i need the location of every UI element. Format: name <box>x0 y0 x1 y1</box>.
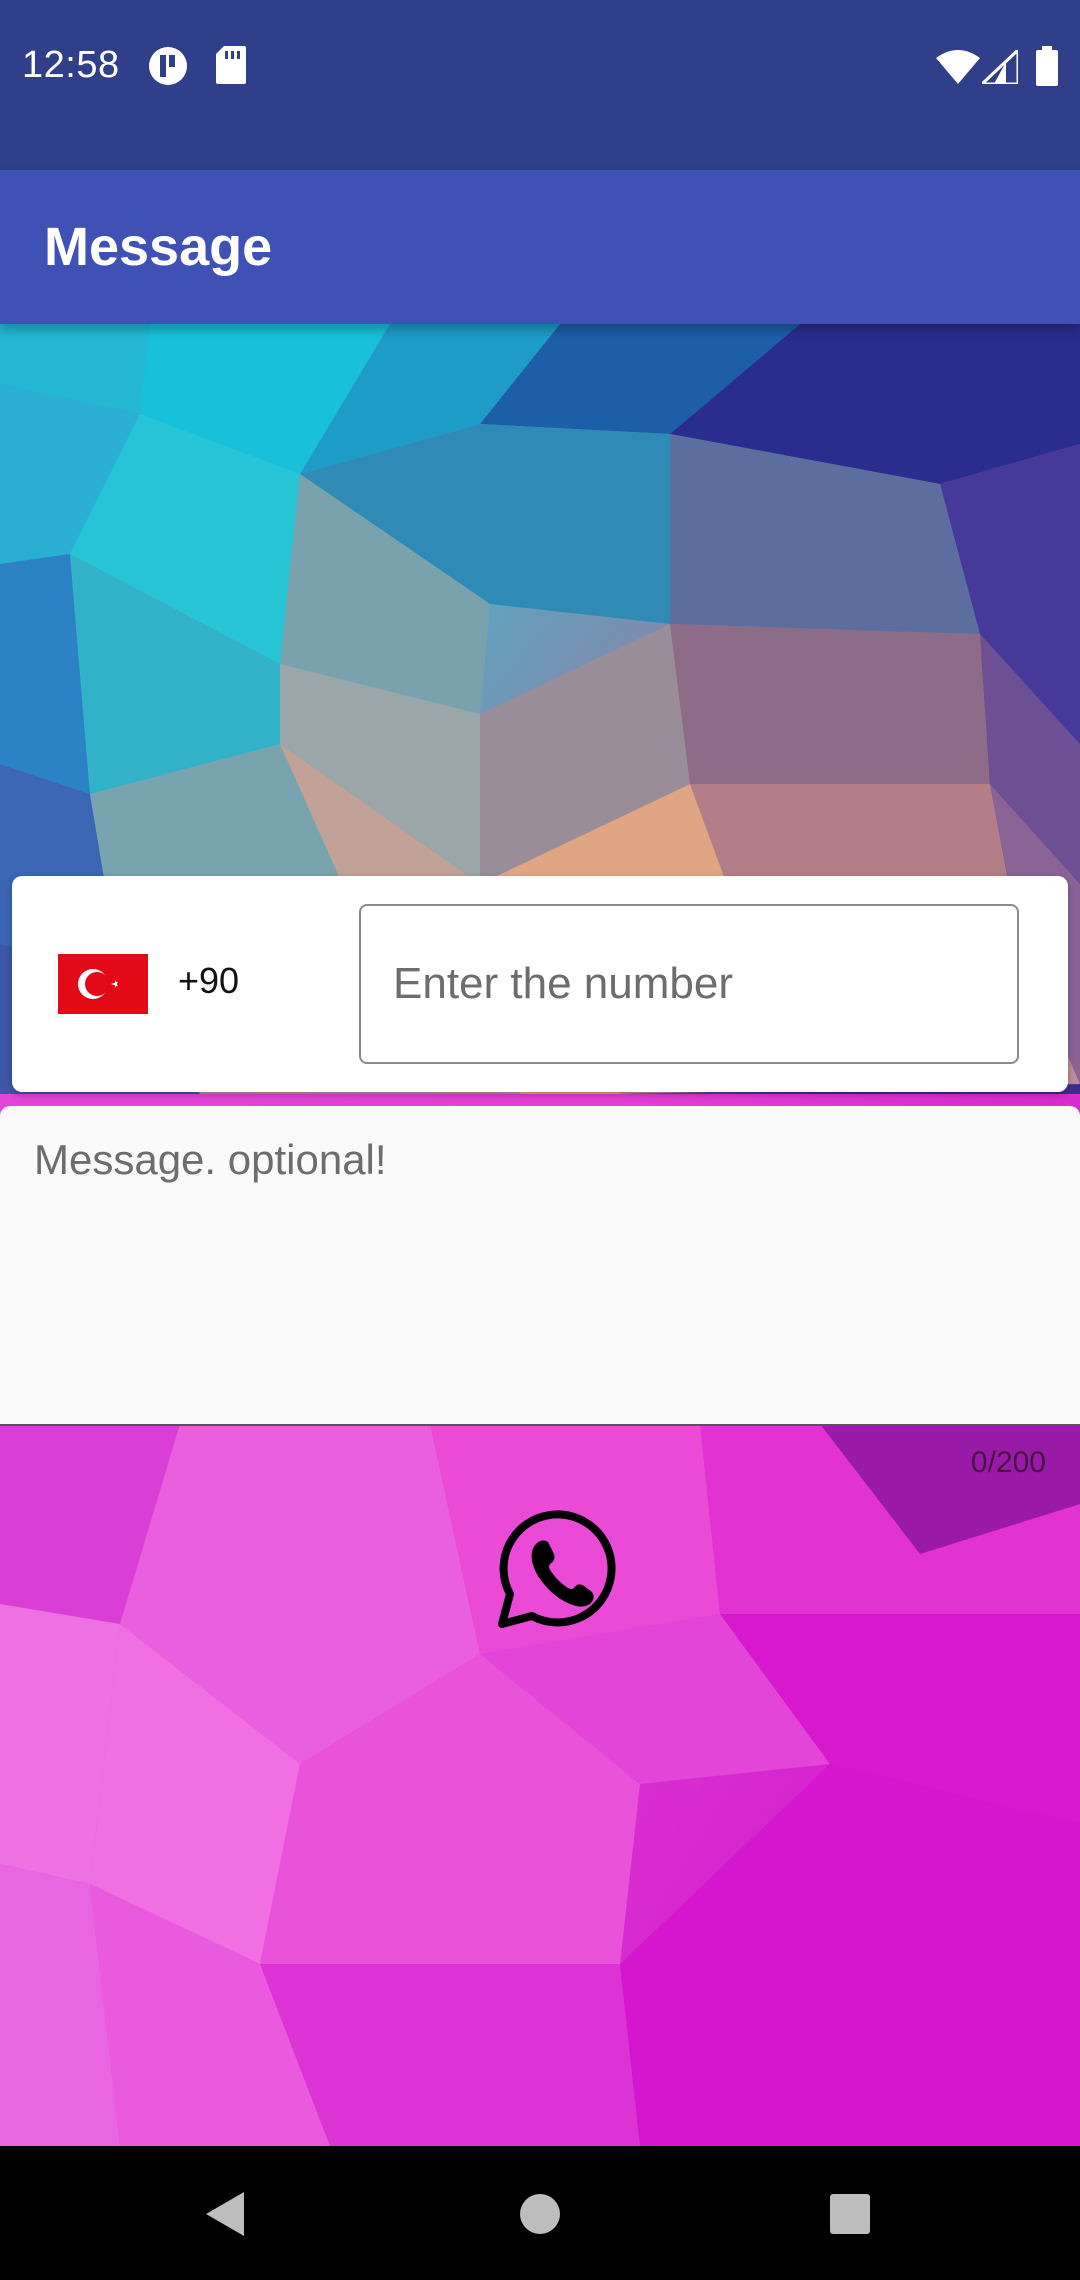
country-code[interactable]: +90 <box>178 960 239 1002</box>
back-icon[interactable] <box>204 2190 248 2243</box>
signal-icon <box>978 46 1020 89</box>
sd-card-icon <box>216 46 246 89</box>
whatsapp-icon <box>498 1510 616 1628</box>
app-bar: Message <box>0 170 1080 324</box>
message-input[interactable] <box>0 1106 1080 1422</box>
wifi-icon <box>936 50 980 89</box>
phone-number-card: +90 <box>12 876 1068 1092</box>
turkey-flag-icon[interactable] <box>58 954 148 1014</box>
recents-icon[interactable] <box>828 2190 872 2243</box>
navigation-bar <box>0 2146 1080 2280</box>
status-time: 12:58 <box>22 44 120 86</box>
status-bar: 12:58 <box>0 0 1080 170</box>
battery-icon <box>1036 46 1058 91</box>
message-field <box>0 1106 1080 1426</box>
app-notification-icon <box>148 46 188 91</box>
send-whatsapp-button[interactable] <box>494 1504 620 1630</box>
home-icon[interactable] <box>518 2190 562 2243</box>
phone-number-input[interactable] <box>359 904 1019 1064</box>
character-counter: 0/200 <box>970 1446 1046 1479</box>
page-title: Message <box>44 217 273 277</box>
